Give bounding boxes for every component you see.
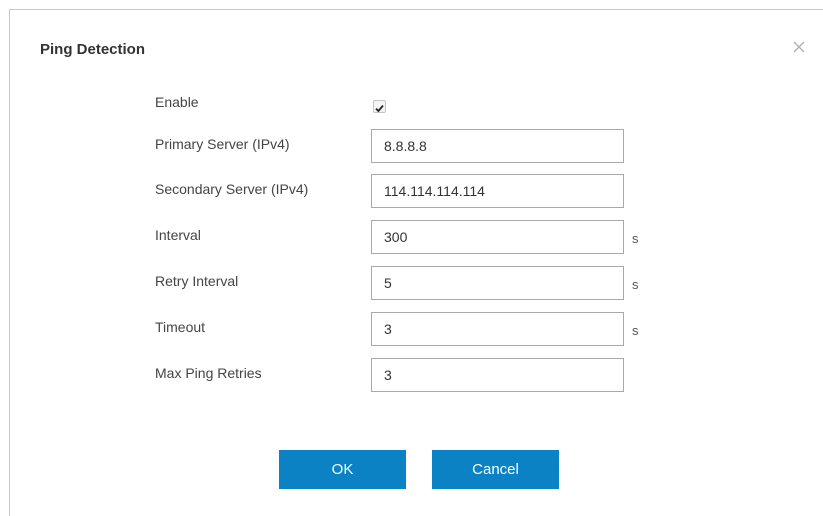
- retry-interval-row: Retry Interval s: [10, 266, 823, 300]
- secondary-server-label: Secondary Server (IPv4): [155, 181, 309, 197]
- interval-input[interactable]: [371, 220, 624, 254]
- retry-interval-input[interactable]: [371, 266, 624, 300]
- enable-checkbox[interactable]: [373, 100, 386, 113]
- interval-row: Interval s: [10, 220, 823, 254]
- timeout-unit: s: [632, 323, 639, 338]
- checkmark-icon: [375, 105, 384, 113]
- close-icon[interactable]: [790, 38, 808, 56]
- ok-button[interactable]: OK: [279, 450, 406, 489]
- max-ping-retries-row: Max Ping Retries: [10, 358, 823, 392]
- primary-server-input[interactable]: [371, 129, 624, 163]
- timeout-row: Timeout s: [10, 312, 823, 346]
- primary-server-label: Primary Server (IPv4): [155, 136, 290, 152]
- dialog-title: Ping Detection: [40, 41, 146, 58]
- timeout-label: Timeout: [155, 319, 206, 335]
- max-ping-retries-label: Max Ping Retries: [155, 365, 262, 381]
- interval-label: Interval: [155, 227, 201, 243]
- retry-interval-unit: s: [632, 277, 639, 292]
- retry-interval-label: Retry Interval: [155, 273, 239, 289]
- ping-detection-dialog: Ping Detection Enable Primary Server (IP…: [9, 9, 823, 516]
- primary-server-row: Primary Server (IPv4): [10, 129, 823, 163]
- secondary-server-input[interactable]: [371, 174, 624, 208]
- timeout-input[interactable]: [371, 312, 624, 346]
- secondary-server-row: Secondary Server (IPv4): [10, 174, 823, 208]
- interval-unit: s: [632, 231, 639, 246]
- enable-label: Enable: [155, 94, 199, 110]
- max-ping-retries-input[interactable]: [371, 358, 624, 392]
- cancel-button[interactable]: Cancel: [432, 450, 559, 489]
